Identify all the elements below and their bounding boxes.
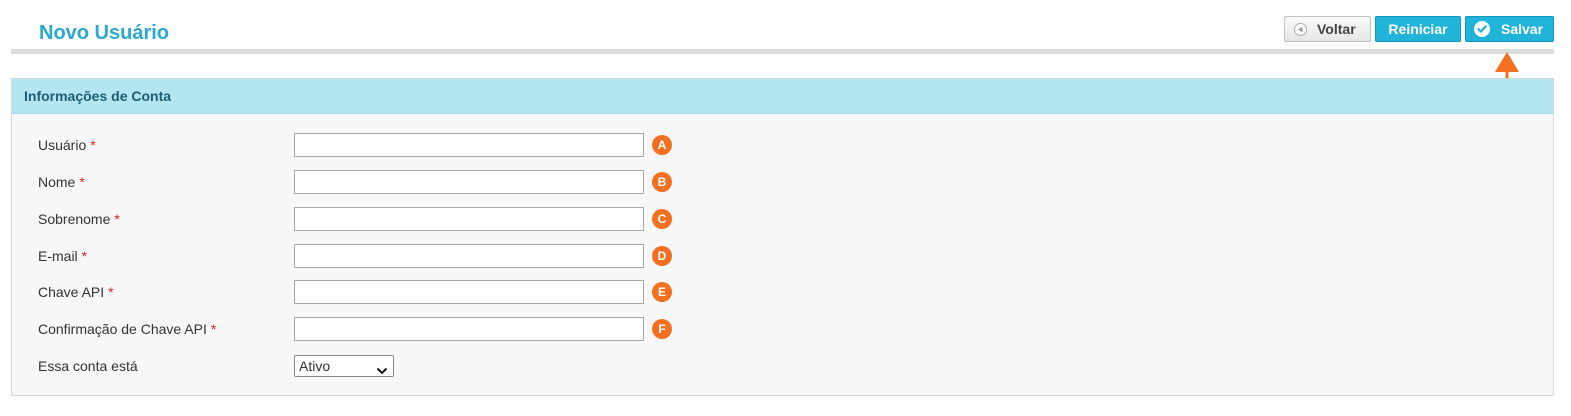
- account-status-value: Ativo: [299, 358, 331, 374]
- required-marker: *: [79, 174, 85, 190]
- form-row-api-key: Chave API * E: [12, 280, 1553, 306]
- annotation-badge-b: B: [652, 172, 672, 192]
- annotation-badge-c: C: [652, 209, 672, 229]
- annotation-badge-d: D: [652, 246, 672, 266]
- api-key-confirm-label: Confirmação de Chave API *: [38, 321, 217, 337]
- first-name-input[interactable]: [294, 170, 644, 194]
- api-key-label: Chave API *: [38, 284, 114, 300]
- account-status-label: Essa conta está: [38, 358, 138, 374]
- form-row-first-name: Nome * B: [12, 170, 1553, 196]
- email-input[interactable]: [294, 244, 644, 268]
- annotation-badge-f: F: [652, 319, 672, 339]
- reset-button[interactable]: Reiniciar: [1375, 16, 1461, 42]
- account-info-section: Informações de Conta Usuário * A Nome * B …: [11, 78, 1554, 396]
- required-marker: *: [210, 321, 217, 337]
- api-key-confirm-input[interactable]: [294, 317, 644, 341]
- page-header: Novo Usuário Voltar Reiniciar Salvar: [11, 0, 1554, 54]
- required-marker: *: [81, 248, 88, 264]
- reset-button-label: Reiniciar: [1388, 21, 1448, 37]
- chevron-down-icon: [376, 362, 388, 378]
- username-label: Usuário *: [38, 137, 96, 153]
- circle-check-icon: [1474, 21, 1490, 37]
- annotation-badge-e: E: [652, 282, 672, 302]
- form-row-email: E-mail * D: [12, 244, 1553, 270]
- account-status-select[interactable]: Ativo: [294, 355, 394, 377]
- page-title: Novo Usuário: [39, 22, 170, 44]
- back-button[interactable]: Voltar: [1284, 16, 1371, 42]
- annotation-badge-a: A: [652, 135, 672, 155]
- required-marker: *: [108, 284, 114, 300]
- save-button[interactable]: Salvar: [1465, 16, 1554, 42]
- last-name-input[interactable]: [294, 207, 644, 231]
- required-marker: *: [90, 137, 96, 153]
- back-button-label: Voltar: [1317, 21, 1356, 37]
- toolbar: Voltar Reiniciar Salvar: [1284, 16, 1554, 42]
- form-row-api-key-confirm: Confirmação de Chave API * F: [12, 317, 1553, 343]
- circle-left-arrow-icon: [1294, 22, 1307, 36]
- first-name-label: Nome *: [38, 174, 85, 190]
- form-row-last-name: Sobrenome * C: [12, 207, 1553, 233]
- required-marker: *: [114, 211, 120, 227]
- username-input[interactable]: [294, 133, 644, 157]
- section-header: Informações de Conta: [12, 79, 1553, 114]
- save-button-label: Salvar: [1501, 21, 1544, 37]
- email-label: E-mail *: [38, 248, 88, 264]
- form-row-username: Usuário * A: [12, 133, 1553, 159]
- api-key-input[interactable]: [294, 280, 644, 304]
- form-row-account-status: Essa conta está Ativo: [12, 354, 1553, 380]
- last-name-label: Sobrenome *: [38, 211, 120, 227]
